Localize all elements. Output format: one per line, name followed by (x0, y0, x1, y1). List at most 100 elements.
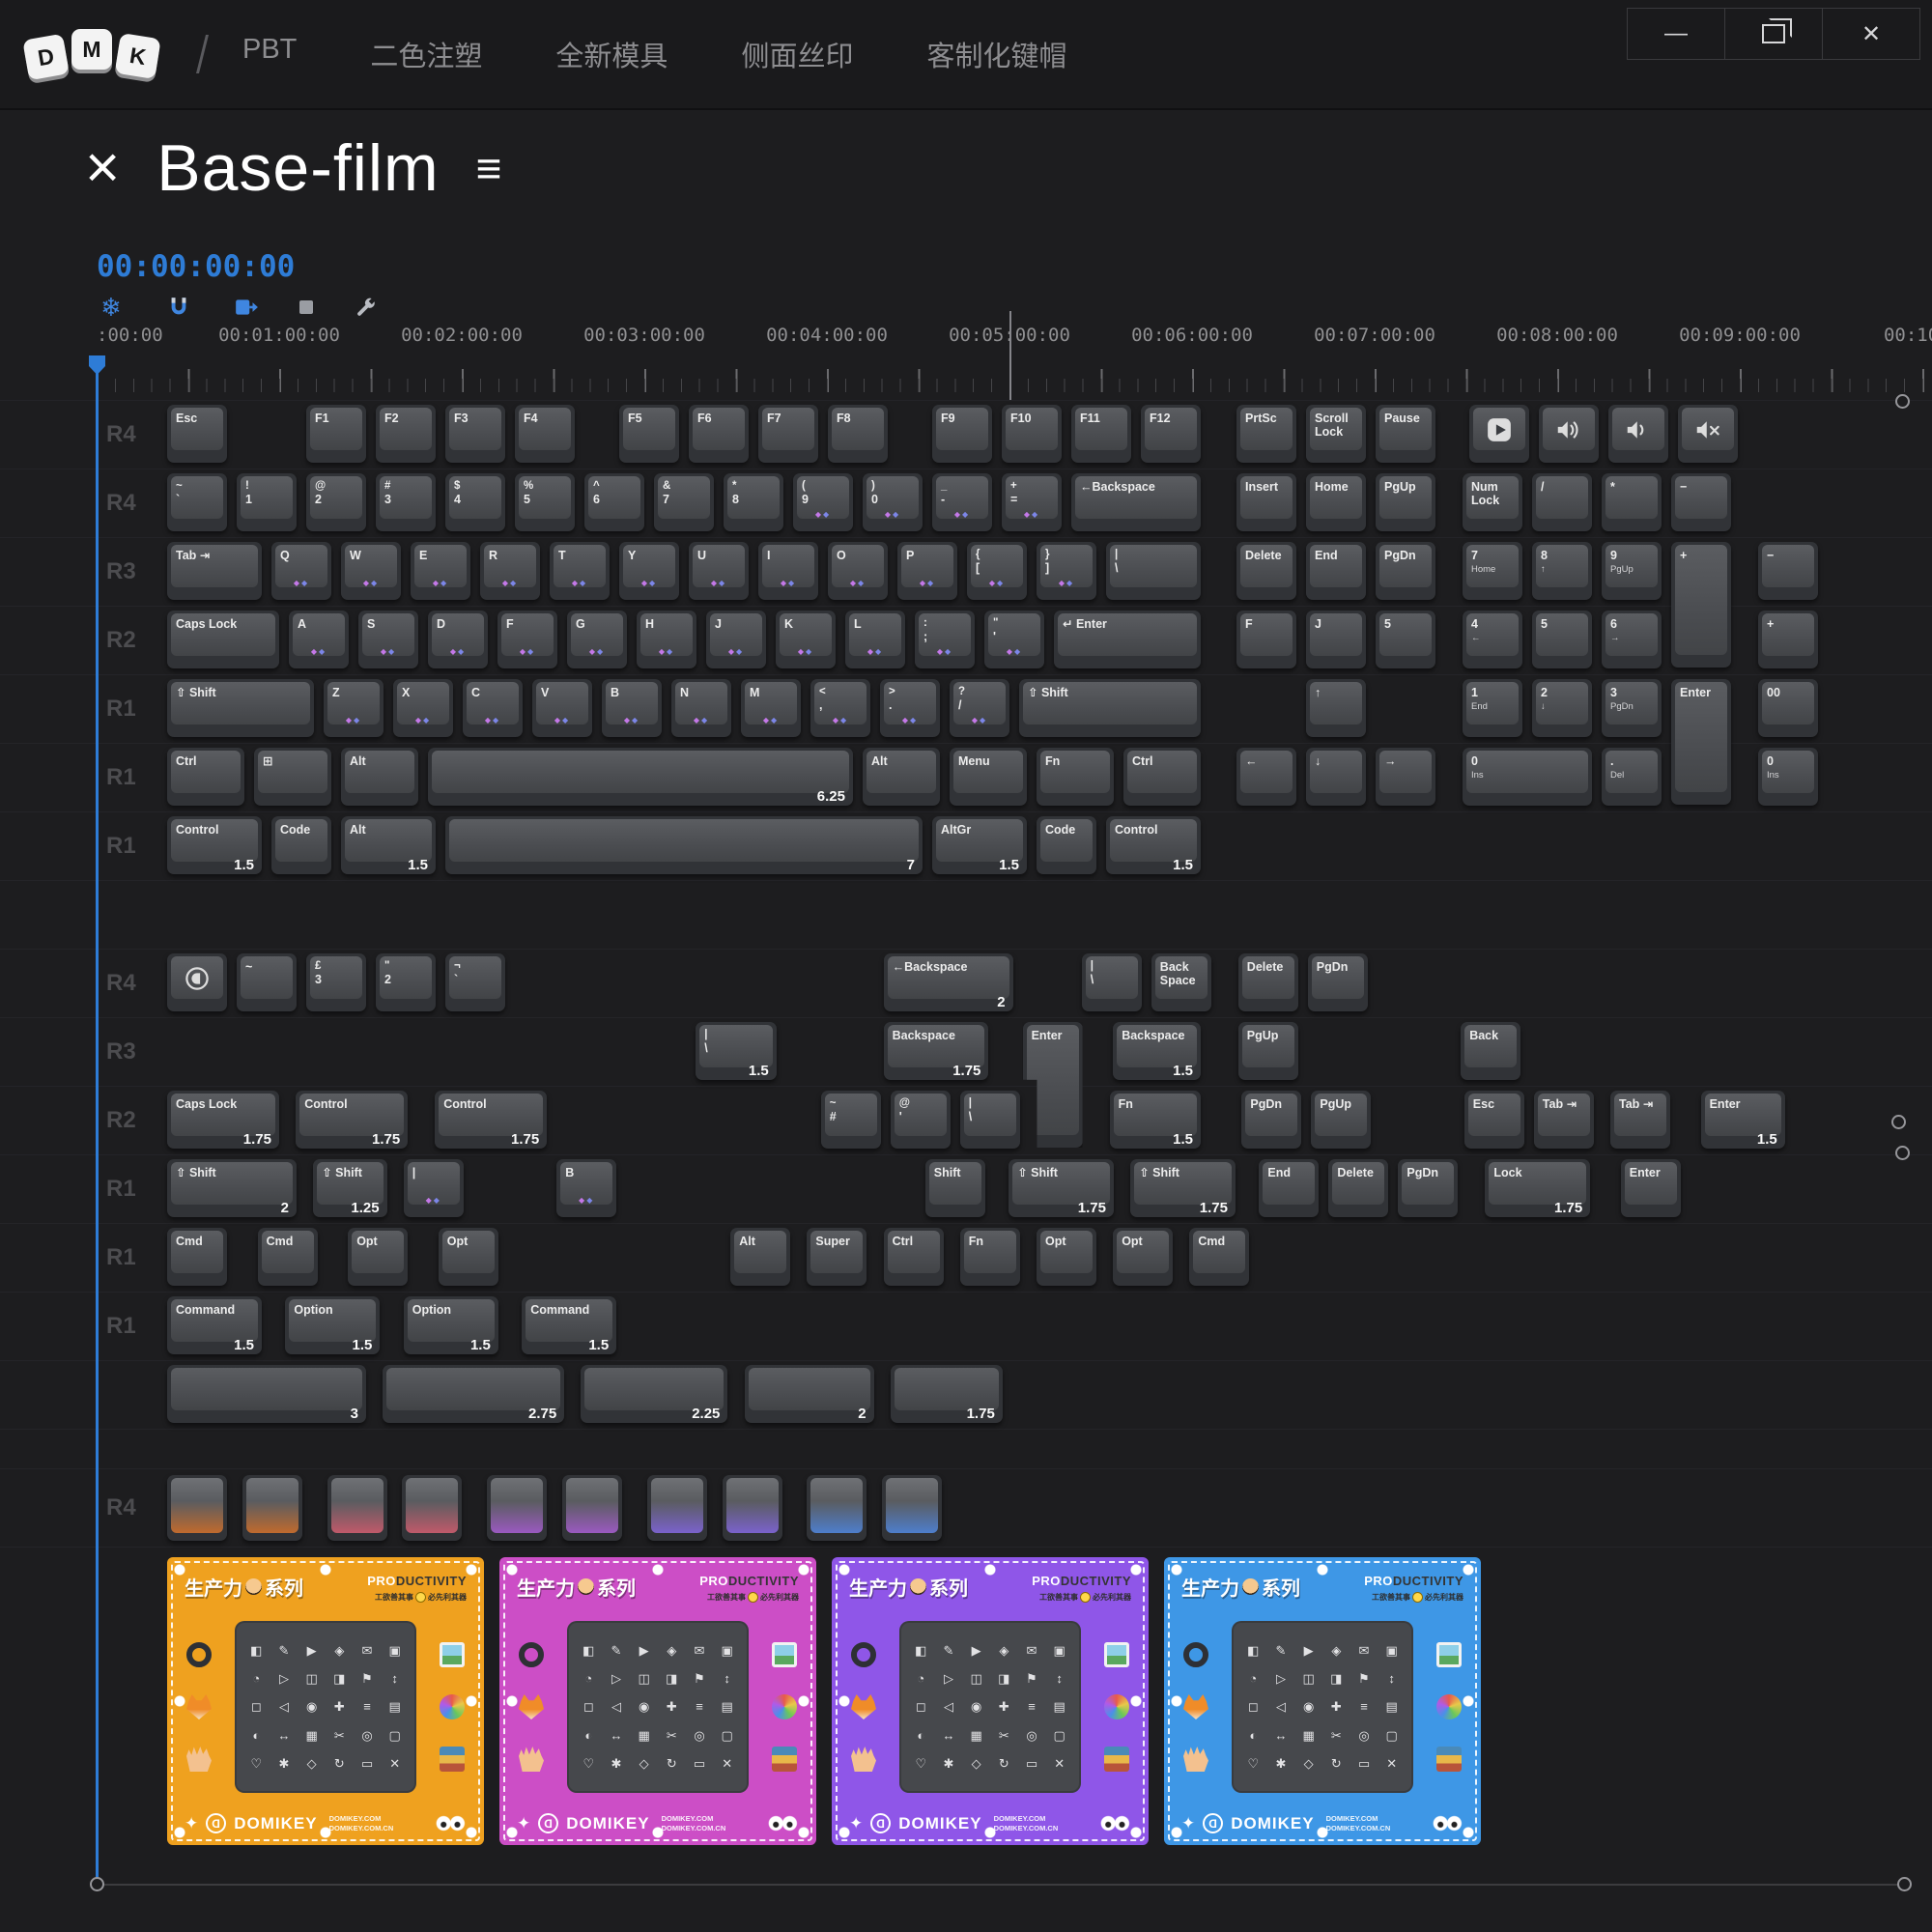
keycap-pgup[interactable]: PgUp (1311, 1091, 1371, 1149)
keycap-q[interactable]: Q◆◆ (271, 542, 331, 600)
vol-up-key[interactable] (1539, 405, 1599, 463)
keycap-esc[interactable]: Esc (167, 405, 227, 463)
spacebar[interactable]: 7 (445, 816, 923, 874)
keycap-c[interactable]: C◆◆ (463, 679, 523, 737)
keycap-backspace[interactable]: ←Backspace2 (884, 953, 1013, 1011)
keycap-[interactable]: +=◆◆ (1002, 473, 1062, 531)
keycap-b[interactable]: B◆◆ (556, 1159, 616, 1217)
blank-keycap[interactable] (647, 1475, 707, 1541)
keycap-0[interactable]: 0Ins (1463, 748, 1592, 806)
keycap-0[interactable]: )0◆◆ (863, 473, 923, 531)
keycap-cmd[interactable]: Cmd (258, 1228, 318, 1286)
product-card-3[interactable]: 生产力系列 PRODUCTIVITY 工欲善其事必先利其器 ◧✎▶◈✉▣◔▷◫◨… (1164, 1557, 1481, 1845)
keycap-shift[interactable]: ⇧ Shift1.25 (313, 1159, 386, 1217)
keycap-num-lock[interactable]: Num Lock (1463, 473, 1522, 531)
keycap-altgr[interactable]: AltGr1.5 (932, 816, 1027, 874)
keycap-command[interactable]: Command1.5 (522, 1296, 616, 1354)
keycap-option[interactable]: Option1.5 (285, 1296, 380, 1354)
keycap-k[interactable]: K◆◆ (776, 611, 836, 668)
keycap-[interactable]: ¬` (445, 953, 505, 1011)
spacebar[interactable]: 3 (167, 1365, 366, 1423)
keycap-shift[interactable]: ⇧ Shift1.75 (1130, 1159, 1236, 1217)
keycap-[interactable]: − (1758, 542, 1818, 600)
keycap-t[interactable]: T◆◆ (550, 542, 610, 600)
product-card-2[interactable]: 生产力系列 PRODUCTIVITY 工欲善其事必先利其器 ◧✎▶◈✉▣◔▷◫◨… (832, 1557, 1149, 1845)
keycap-[interactable]: ?/◆◆ (950, 679, 1009, 737)
blank-keycap[interactable] (402, 1475, 462, 1541)
keycap-backspace[interactable]: ←Backspace (1071, 473, 1201, 531)
keycap-l[interactable]: L◆◆ (845, 611, 905, 668)
keycap-n[interactable]: N◆◆ (671, 679, 731, 737)
keycap-alt[interactable]: Alt (863, 748, 940, 806)
vol-down-key[interactable] (1608, 405, 1668, 463)
blank-keycap[interactable] (167, 1475, 227, 1541)
playhead[interactable] (96, 355, 99, 1888)
keycap-caps-lock[interactable]: Caps Lock1.75 (167, 1091, 279, 1149)
keycap-super[interactable]: Super (807, 1228, 867, 1286)
keycap-[interactable]: |\ (1106, 542, 1201, 600)
keycap-b[interactable]: B◆◆ (602, 679, 662, 737)
keycap-esc[interactable]: Esc (1464, 1091, 1524, 1149)
keycap-3[interactable]: £3 (306, 953, 366, 1011)
keycap-5[interactable]: %5 (515, 473, 575, 531)
keycap-f7[interactable]: F7 (758, 405, 818, 463)
keycap-scroll-lock[interactable]: Scroll Lock (1306, 405, 1366, 463)
keycap-shift[interactable]: Shift (925, 1159, 985, 1217)
keycap-g[interactable]: G◆◆ (567, 611, 627, 668)
keycap-enter[interactable]: Enter1.5 (1701, 1091, 1785, 1149)
keycap-cmd[interactable]: Cmd (167, 1228, 227, 1286)
keycap-opt[interactable]: Opt (1037, 1228, 1096, 1286)
keycap-y[interactable]: Y◆◆ (619, 542, 679, 600)
keycap-opt[interactable]: Opt (439, 1228, 498, 1286)
keycap-shift[interactable]: ⇧ Shift2 (167, 1159, 297, 1217)
hamburger-menu-icon[interactable]: ≡ (476, 146, 502, 190)
keycap-[interactable]: |\1.5 (696, 1022, 777, 1080)
keycap-h[interactable]: H◆◆ (637, 611, 696, 668)
keycap-j[interactable]: J◆◆ (706, 611, 766, 668)
keycap-f2[interactable]: F2 (376, 405, 436, 463)
minimize-button[interactable]: — (1627, 8, 1725, 60)
keycap-[interactable]: {[◆◆ (967, 542, 1027, 600)
scroll-handle[interactable] (90, 1877, 104, 1891)
spacebar[interactable]: 6.25 (428, 748, 853, 806)
keycap-[interactable]: ← (1236, 748, 1296, 806)
keycap-end[interactable]: End (1259, 1159, 1319, 1217)
keycap-back[interactable]: Back (1461, 1022, 1520, 1080)
product-card-0[interactable]: 生产力系列 PRODUCTIVITY 工欲善其事必先利其器 ◧✎▶◈✉▣◔▷◫◨… (167, 1557, 484, 1845)
keycap-menu[interactable]: Menu (950, 748, 1027, 806)
keycap-2[interactable]: "2 (376, 953, 436, 1011)
keycap-enter[interactable]: ↵ Enter (1054, 611, 1201, 668)
keycap-z[interactable]: Z◆◆ (324, 679, 384, 737)
keycap-cmd[interactable]: Cmd (1189, 1228, 1249, 1286)
nav-item-2[interactable]: 全新模具 (555, 34, 668, 74)
freeze-frame-icon[interactable]: ❄ (97, 293, 126, 322)
keycap-x[interactable]: X◆◆ (393, 679, 453, 737)
keycap-[interactable]: |\ (960, 1091, 1020, 1149)
keycap-[interactable]: >.◆◆ (880, 679, 940, 737)
keycap-caps-lock[interactable]: Caps Lock (167, 611, 279, 668)
timeline-ruler[interactable]: :00:0000:01:00:0000:02:00:0000:03:00:000… (0, 325, 1932, 404)
keycap-7[interactable]: &7 (654, 473, 714, 531)
keycap-command[interactable]: Command1.5 (167, 1296, 262, 1354)
keycap-f3[interactable]: F3 (445, 405, 505, 463)
keycap-1[interactable]: 1End (1463, 679, 1522, 737)
nav-item-4[interactable]: 客制化键帽 (926, 34, 1066, 74)
keycap-f9[interactable]: F9 (932, 405, 992, 463)
blank-keycap[interactable] (723, 1475, 782, 1541)
product-card-1[interactable]: 生产力系列 PRODUCTIVITY 工欲善其事必先利其器 ◧✎▶◈✉▣◔▷◫◨… (499, 1557, 816, 1845)
mute-key[interactable] (1678, 405, 1738, 463)
keycap-[interactable]: _-◆◆ (932, 473, 992, 531)
keycap-f11[interactable]: F11 (1071, 405, 1131, 463)
keycap-alt[interactable]: Alt (341, 748, 418, 806)
keycap-ctrl[interactable]: Ctrl (1123, 748, 1201, 806)
edge-handle[interactable] (1891, 1115, 1906, 1129)
blank-keycap[interactable] (242, 1475, 302, 1541)
keycap-control[interactable]: Control1.5 (1106, 816, 1201, 874)
keycap-pgup[interactable]: PgUp (1238, 1022, 1298, 1080)
keycap-f10[interactable]: F10 (1002, 405, 1062, 463)
spacebar[interactable]: 2 (745, 1365, 874, 1423)
keycap-f[interactable]: F◆◆ (497, 611, 557, 668)
keycap-control[interactable]: Control1.75 (435, 1091, 547, 1149)
keycap-[interactable]: → (1376, 748, 1435, 806)
keycap-pgup[interactable]: PgUp (1376, 473, 1435, 531)
